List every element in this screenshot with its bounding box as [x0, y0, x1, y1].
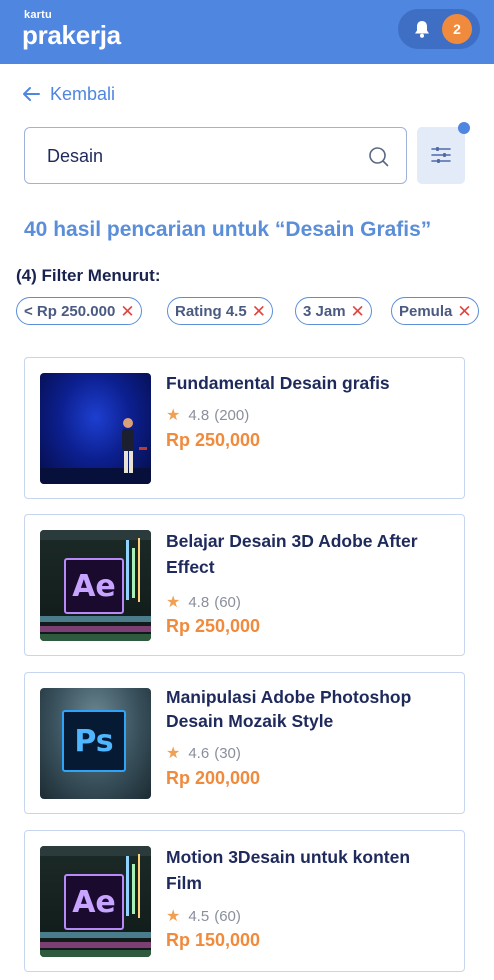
- after-effects-logo: Ae: [64, 874, 124, 930]
- course-title: Belajar Desain 3D Adobe After Effect: [166, 531, 418, 577]
- course-card[interactable]: Ae Motion 3Desain untuk konten Film ★ 4.…: [24, 830, 465, 972]
- filter-chip-label: Pemula: [399, 302, 453, 320]
- course-card[interactable]: Ps Manipulasi Adobe Photoshop Desain Moz…: [24, 672, 465, 814]
- notification-count-badge: 2: [442, 14, 472, 44]
- logo-big-text: prakerja: [22, 20, 121, 50]
- remove-filter-icon[interactable]: ✕: [351, 303, 365, 320]
- star-icon: ★: [166, 908, 181, 925]
- course-rating: ★ 4.8 (60): [166, 592, 241, 612]
- rating-value: 4.8: [188, 593, 210, 611]
- rating-value: 4.5: [188, 907, 210, 925]
- search-input[interactable]: [47, 142, 347, 170]
- course-rating: ★ 4.8 (200): [166, 405, 249, 425]
- filter-chip-price[interactable]: < Rp 250.000 ✕: [16, 297, 142, 325]
- remove-filter-icon[interactable]: ✕: [457, 303, 471, 320]
- back-label: Kembali: [50, 83, 116, 104]
- course-price: Rp 150,000: [166, 930, 261, 950]
- filter-heading: (4) Filter Menurut:: [16, 266, 161, 285]
- star-icon: ★: [166, 745, 181, 762]
- course-thumbnail: Ps: [40, 688, 151, 799]
- rating-value: 4.6: [188, 744, 210, 762]
- course-price: Rp 250,000: [166, 430, 261, 450]
- arrow-left-icon: [23, 87, 40, 101]
- remove-filter-icon[interactable]: ✕: [252, 303, 266, 320]
- filter-chip-level[interactable]: Pemula ✕: [391, 297, 479, 325]
- star-icon: ★: [166, 407, 181, 424]
- top-app-bar: kartu prakerja 2: [0, 0, 494, 64]
- review-count: (30): [214, 744, 241, 762]
- course-title: Manipulasi Adobe Photoshop Desain Mozaik…: [166, 687, 412, 731]
- bell-icon: [415, 21, 429, 38]
- filter-chip-label: Rating 4.5: [175, 302, 247, 320]
- search-box: [24, 127, 407, 184]
- course-card[interactable]: Fundamental Desain grafis ★ 4.8 (200) Rp…: [24, 357, 465, 499]
- rating-value: 4.8: [188, 406, 210, 424]
- search-result-title: 40 hasil pencarian untuk “Desain Grafis”: [24, 218, 432, 241]
- course-thumbnail: [40, 373, 151, 484]
- speaker-on-stage-image: [40, 418, 151, 484]
- notification-button[interactable]: 2: [398, 9, 480, 49]
- review-count: (60): [214, 593, 241, 611]
- review-count: (200): [214, 406, 250, 424]
- review-count: (60): [214, 907, 241, 925]
- filter-chip-duration[interactable]: 3 Jam ✕: [295, 297, 372, 325]
- course-thumbnail: Ae: [40, 846, 151, 957]
- search-icon[interactable]: [368, 146, 390, 168]
- course-title: Fundamental Desain grafis: [166, 373, 390, 393]
- filter-chip-label: < Rp 250.000: [24, 302, 116, 320]
- active-filter-indicator: [458, 122, 470, 134]
- sliders-icon: [431, 147, 451, 163]
- remove-filter-icon[interactable]: ✕: [120, 303, 134, 320]
- back-link[interactable]: Kembali: [22, 82, 115, 106]
- course-card[interactable]: Ae Belajar Desain 3D Adobe After Effect …: [24, 514, 465, 656]
- photoshop-logo: Ps: [62, 710, 126, 772]
- course-title: Motion 3Desain untuk konten Film: [166, 847, 411, 893]
- course-price: Rp 200,000: [166, 768, 261, 788]
- course-price: Rp 250,000: [166, 616, 261, 636]
- course-rating: ★ 4.6 (30): [166, 743, 241, 763]
- prakerja-logo[interactable]: kartu prakerja: [22, 10, 121, 50]
- filter-chip-rating[interactable]: Rating 4.5 ✕: [167, 297, 273, 325]
- course-thumbnail: Ae: [40, 530, 151, 641]
- course-rating: ★ 4.5 (60): [166, 906, 241, 926]
- star-icon: ★: [166, 594, 181, 611]
- after-effects-logo: Ae: [64, 558, 124, 614]
- filter-settings-button[interactable]: [417, 127, 465, 184]
- filter-chip-label: 3 Jam: [303, 302, 346, 320]
